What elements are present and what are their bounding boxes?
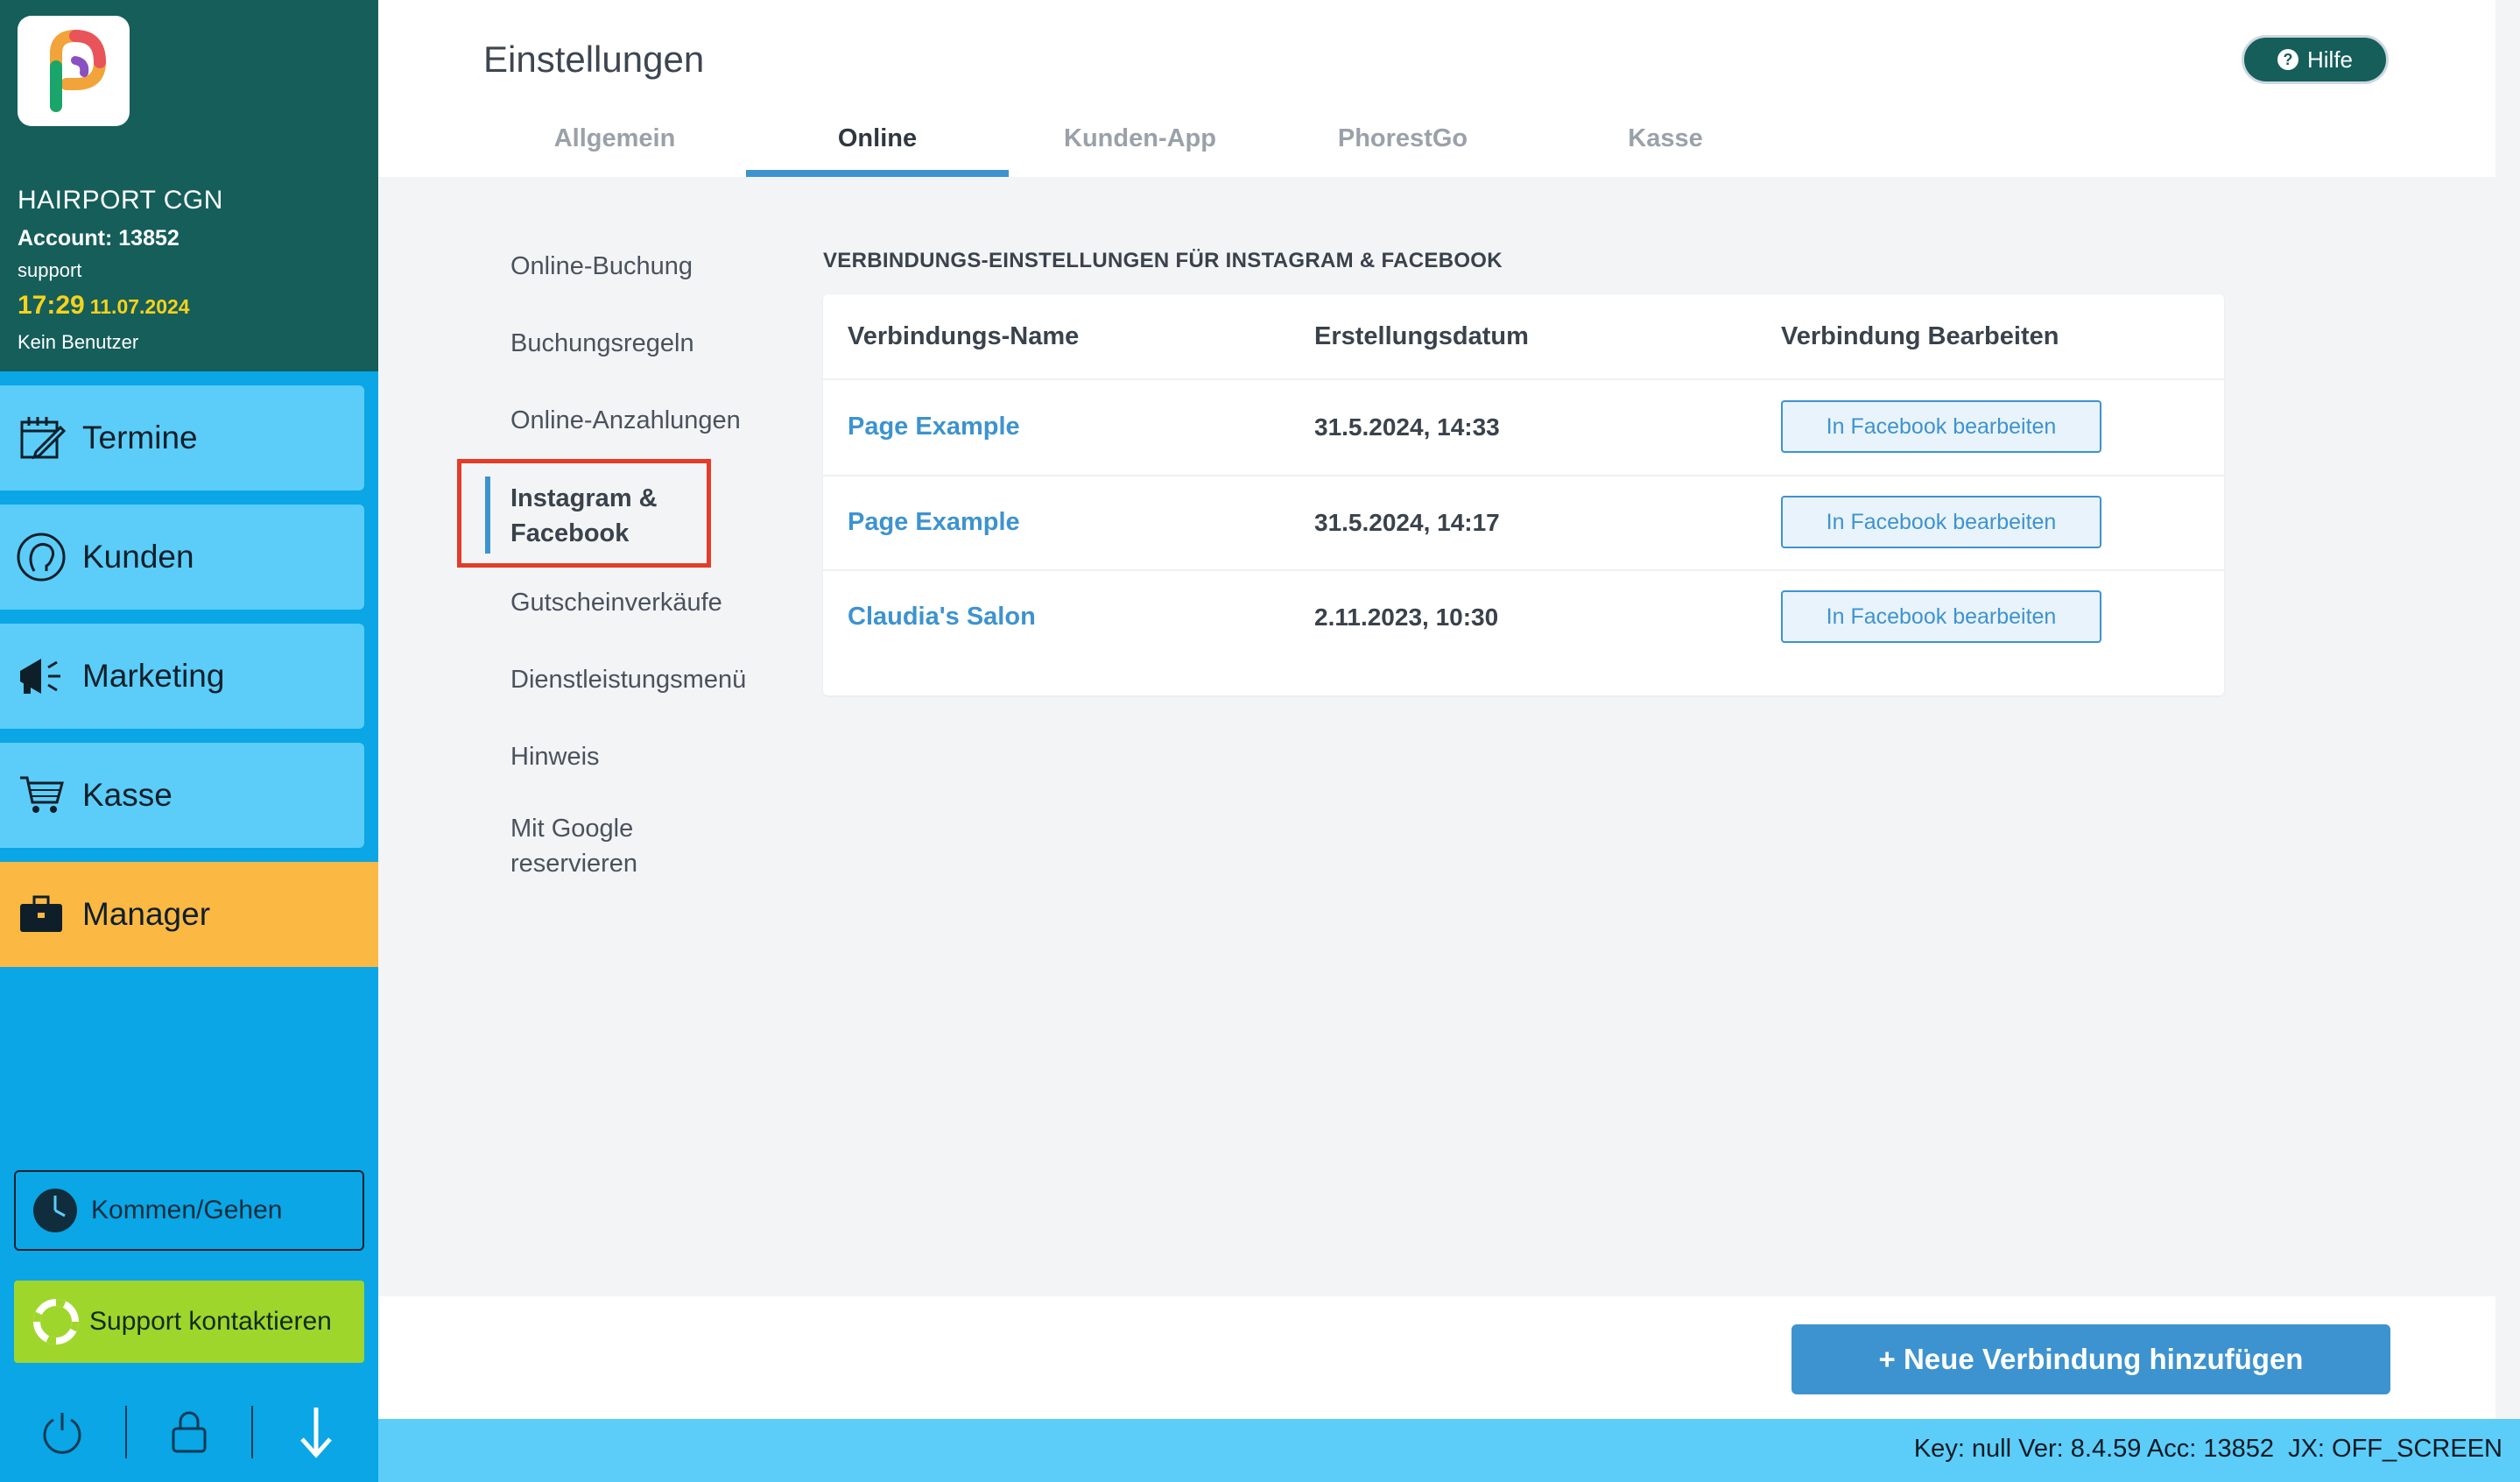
nav-manager[interactable]: Manager: [0, 862, 378, 967]
active-indicator: [485, 476, 490, 554]
salon-name: HAIRPORT CGN: [18, 186, 223, 215]
current-time: 17:29: [18, 291, 85, 320]
connection-name-link[interactable]: Page Example: [848, 508, 1020, 537]
megaphone-icon: [11, 646, 72, 707]
subnav-instagram-facebook[interactable]: Instagram & Facebook: [457, 459, 711, 568]
clock-display: 17:29 11.07.2024: [18, 291, 190, 321]
lifebuoy-icon: [33, 1299, 79, 1344]
tab-kasse[interactable]: Kasse: [1534, 123, 1797, 177]
clock-icon: [32, 1187, 79, 1234]
edit-in-facebook-button[interactable]: In Facebook bearbeiten: [1781, 400, 2101, 453]
subnav-active-line-1: Instagram &: [510, 484, 658, 512]
subnav-buchungsregeln[interactable]: Buchungsregeln: [510, 326, 694, 361]
current-date: 11.07.2024: [89, 295, 190, 318]
help-label: Hilfe: [2306, 46, 2353, 73]
customer-head-icon: [11, 526, 72, 588]
column-header-date: Erstellungsdatum: [1314, 322, 1529, 350]
help-button[interactable]: ? Hilfe: [2242, 35, 2389, 84]
subnav-dienstleistungsmenue[interactable]: Dienstleistungsmenü: [510, 662, 746, 697]
connection-date: 2.11.2023, 10:30: [1314, 603, 1499, 631]
connection-name-link[interactable]: Claudia's Salon: [848, 603, 1036, 632]
shopping-cart-icon: [11, 765, 72, 826]
connection-name-link[interactable]: Page Example: [848, 413, 1020, 441]
subnav-online-buchung[interactable]: Online-Buchung: [510, 249, 693, 284]
phorest-logo: [18, 16, 130, 126]
row-divider: [823, 569, 2224, 571]
user-role: support: [18, 259, 82, 281]
support-button[interactable]: Support kontaktieren: [14, 1281, 364, 1363]
tab-kunden-app[interactable]: Kunden-App: [1009, 123, 1271, 177]
settings-tabs: Allgemein Online Kunden-App PhorestGo Ka…: [483, 123, 1797, 177]
nav-label: Kasse: [82, 777, 172, 813]
subnav-hinweis[interactable]: Hinweis: [510, 739, 600, 774]
page-title: Einstellungen: [483, 39, 705, 80]
nav-kasse[interactable]: Kasse: [0, 743, 364, 848]
account-number: Account: 13852: [18, 226, 179, 251]
briefcase-icon: [11, 884, 72, 945]
subnav-google-line-2: reservieren: [510, 850, 638, 878]
power-icon[interactable]: [0, 1393, 125, 1471]
sidebar-header: HAIRPORT CGN Account: 13852 support 17:2…: [0, 0, 378, 371]
connection-date: 31.5.2024, 14:33: [1314, 413, 1500, 441]
subnav-google-line-1: Mit Google: [510, 815, 634, 843]
clock-button-label: Kommen/Gehen: [91, 1196, 283, 1224]
subnav-active-label: Instagram & Facebook: [510, 481, 658, 551]
subnav-active-line-2: Facebook: [510, 519, 630, 547]
nav-kunden[interactable]: Kunden: [0, 505, 364, 610]
tab-allgemein[interactable]: Allgemein: [483, 123, 746, 177]
status-text: Key: null Ver: 8.4.59 Acc: 13852 JX: OFF…: [1913, 1435, 2502, 1463]
question-icon: ?: [2277, 49, 2298, 70]
row-divider: [823, 378, 2224, 380]
clock-in-out-button[interactable]: Kommen/Gehen: [14, 1170, 364, 1251]
nav-marketing[interactable]: Marketing: [0, 624, 364, 729]
add-connection-button[interactable]: + Neue Verbindung hinzufügen: [1791, 1324, 2390, 1394]
calendar-edit-icon: [11, 407, 72, 469]
connection-date: 31.5.2024, 14:17: [1314, 509, 1500, 536]
edit-in-facebook-button[interactable]: In Facebook bearbeiten: [1781, 496, 2101, 548]
tab-online[interactable]: Online: [746, 123, 1009, 177]
support-button-label: Support kontaktieren: [89, 1307, 332, 1336]
row-divider: [823, 475, 2224, 476]
nav-label: Kunden: [82, 539, 194, 575]
nav-label: Manager: [82, 896, 211, 932]
window-edge: [2495, 0, 2520, 1419]
status-bar: Key: null Ver: 8.4.59 Acc: 13852 JX: OFF…: [378, 1419, 2520, 1482]
sidebar-footer: [0, 1393, 378, 1471]
lock-icon[interactable]: [127, 1393, 252, 1471]
subnav-gutscheinverkaeufe[interactable]: Gutscheinverkäufe: [510, 585, 722, 620]
subnav-google-reservieren[interactable]: Mit Google reservieren: [510, 811, 637, 881]
nav-termine[interactable]: Termine: [0, 385, 364, 490]
tab-phorestgo[interactable]: PhorestGo: [1271, 123, 1534, 177]
column-header-edit: Verbindung Bearbeiten: [1781, 322, 2059, 350]
user-status: Kein Benutzer: [18, 331, 139, 353]
column-header-name: Verbindungs-Name: [848, 322, 1080, 350]
nav-label: Termine: [82, 420, 198, 455]
section-title: VERBINDUNGS-EINSTELLUNGEN FÜR INSTAGRAM …: [823, 249, 1503, 272]
header: Einstellungen ? Hilfe Allgemein Online K…: [378, 0, 2495, 177]
arrow-down-icon[interactable]: [253, 1393, 378, 1471]
edit-in-facebook-button[interactable]: In Facebook bearbeiten: [1781, 590, 2101, 643]
subnav-online-anzahlungen[interactable]: Online-Anzahlungen: [510, 403, 741, 438]
sidebar: HAIRPORT CGN Account: 13852 support 17:2…: [0, 0, 378, 1482]
nav-label: Marketing: [82, 658, 225, 694]
